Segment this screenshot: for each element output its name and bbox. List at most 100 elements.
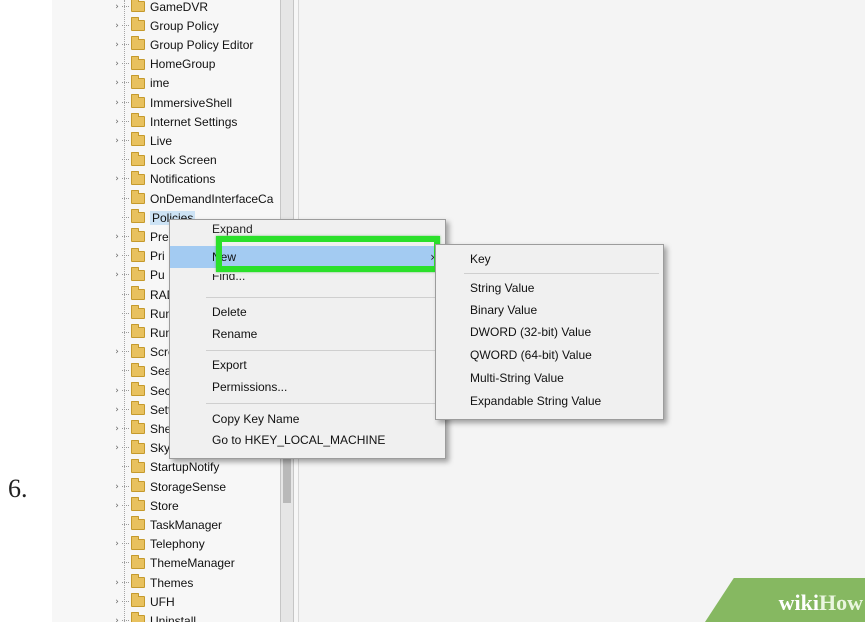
tree-item[interactable]: › Themes bbox=[112, 573, 298, 592]
tree-connector bbox=[122, 178, 129, 180]
tree-item[interactable]: › Internet Settings bbox=[112, 112, 298, 131]
expand-chevron-icon[interactable]: › bbox=[112, 597, 122, 607]
menu-item-goto-hklm[interactable]: Go to HKEY_LOCAL_MACHINE bbox=[170, 429, 445, 451]
folder-icon bbox=[131, 0, 145, 12]
folder-icon bbox=[131, 535, 145, 550]
tree-item-label: Themes bbox=[150, 575, 194, 590]
tree-item[interactable]: › Uninstall bbox=[112, 611, 298, 622]
folder-icon bbox=[131, 324, 145, 339]
folder-icon bbox=[131, 113, 145, 128]
folder-icon bbox=[131, 17, 145, 32]
submenu-item-key[interactable]: Key bbox=[436, 248, 663, 270]
expand-chevron-icon[interactable]: › bbox=[112, 443, 122, 453]
tree-item-label: Internet Settings bbox=[150, 114, 238, 129]
tree-item[interactable]: › ime bbox=[112, 74, 298, 93]
expand-chevron-icon[interactable]: › bbox=[112, 482, 122, 492]
expand-chevron-icon[interactable]: › bbox=[112, 270, 122, 280]
tree-item[interactable]: OnDemandInterfaceCa bbox=[112, 189, 298, 208]
folder-icon bbox=[131, 439, 145, 454]
expand-chevron-icon[interactable]: › bbox=[112, 117, 122, 127]
tree-item[interactable]: › StorageSense bbox=[112, 477, 298, 496]
folder-icon bbox=[131, 478, 145, 492]
expand-chevron-icon[interactable]: › bbox=[112, 2, 122, 12]
tree-connector bbox=[122, 370, 129, 372]
tree-item[interactable]: › Telephony bbox=[112, 535, 298, 554]
tree-connector bbox=[122, 120, 129, 123]
folder-icon bbox=[131, 228, 145, 243]
tree-connector bbox=[122, 485, 129, 488]
expand-chevron-icon[interactable]: › bbox=[112, 174, 122, 184]
expand-chevron-icon[interactable]: › bbox=[112, 78, 122, 88]
tree-item[interactable]: › Group Policy Editor bbox=[112, 35, 298, 54]
tree-item[interactable]: › ImmersiveShell bbox=[112, 93, 298, 112]
tree-item-label: Store bbox=[150, 498, 179, 513]
submenu-item-multi-string-value[interactable]: Multi-String Value bbox=[436, 367, 663, 389]
expand-chevron-icon[interactable]: › bbox=[112, 347, 122, 357]
tree-connector bbox=[122, 331, 129, 334]
scrollbar-thumb[interactable] bbox=[283, 455, 291, 503]
tree-item[interactable]: ThemeManager bbox=[112, 554, 298, 573]
expand-chevron-icon[interactable]: › bbox=[112, 59, 122, 69]
expand-chevron-icon[interactable]: › bbox=[112, 251, 122, 261]
expand-chevron-icon[interactable]: › bbox=[112, 386, 122, 396]
expand-chevron-icon[interactable]: › bbox=[112, 232, 122, 242]
submenu-item-string-value[interactable]: String Value bbox=[436, 277, 663, 299]
folder-icon bbox=[131, 497, 145, 512]
submenu-item-dword-value[interactable]: DWORD (32-bit) Value bbox=[436, 321, 663, 343]
tree-connector bbox=[122, 600, 129, 603]
tree-item[interactable]: StartupNotify bbox=[112, 458, 298, 477]
tree-item[interactable]: Lock Screen bbox=[112, 151, 298, 170]
folder-icon bbox=[131, 170, 145, 185]
expand-chevron-icon[interactable]: › bbox=[112, 40, 122, 50]
submenu-item-qword-value[interactable]: QWORD (64-bit) Value bbox=[436, 344, 663, 366]
tree-item[interactable]: › Notifications bbox=[112, 170, 298, 189]
expand-chevron-icon[interactable]: › bbox=[112, 578, 122, 588]
tree-connector bbox=[122, 447, 129, 449]
tree-connector bbox=[122, 197, 129, 200]
expand-chevron-icon[interactable]: › bbox=[112, 98, 122, 108]
menu-item-find[interactable]: Find... bbox=[170, 274, 445, 286]
tree-item[interactable]: › UFH bbox=[112, 592, 298, 611]
submenu-item-binary-value[interactable]: Binary Value bbox=[436, 299, 663, 321]
tree-connector bbox=[122, 274, 129, 276]
tree-item[interactable]: › HomeGroup bbox=[112, 55, 298, 74]
menu-item-expand[interactable]: Expand bbox=[170, 222, 445, 236]
expand-chevron-icon[interactable]: › bbox=[112, 424, 122, 434]
menu-item-copy-key-name[interactable]: Copy Key Name bbox=[170, 408, 445, 430]
wikihow-watermark: wikiHow bbox=[778, 590, 863, 615]
expand-chevron-icon[interactable]: › bbox=[112, 136, 122, 146]
tree-item-label: UFH bbox=[150, 594, 175, 609]
menu-item-delete[interactable]: Delete bbox=[170, 301, 445, 323]
tree-connector bbox=[122, 351, 129, 353]
expand-chevron-icon[interactable]: › bbox=[112, 21, 122, 31]
menu-item-export[interactable]: Export bbox=[170, 354, 445, 376]
tree-item-label: ime bbox=[150, 76, 170, 91]
tree-connector bbox=[122, 466, 129, 468]
tree-item[interactable]: TaskManager bbox=[112, 515, 298, 534]
folder-icon bbox=[131, 55, 145, 70]
tree-connector bbox=[122, 216, 129, 219]
submenu-item-expandable-string-value[interactable]: Expandable String Value bbox=[436, 390, 663, 412]
menu-item-permissions[interactable]: Permissions... bbox=[170, 376, 445, 398]
menu-item-new[interactable]: New › bbox=[170, 246, 445, 268]
tree-connector bbox=[122, 543, 129, 545]
menu-item-rename[interactable]: Rename bbox=[170, 323, 445, 345]
tree-item[interactable]: › Group Policy bbox=[112, 16, 298, 35]
expand-chevron-icon[interactable]: › bbox=[112, 539, 122, 549]
tree-item-label: Pu bbox=[150, 268, 165, 283]
tree-item[interactable]: › Store bbox=[112, 496, 298, 515]
tree-item[interactable]: › Live bbox=[112, 131, 298, 150]
folder-icon bbox=[131, 554, 145, 569]
expand-chevron-icon[interactable]: › bbox=[112, 405, 122, 415]
folder-icon bbox=[131, 382, 145, 396]
tree-connector bbox=[122, 235, 129, 238]
folder-icon bbox=[131, 305, 145, 320]
expand-chevron-icon[interactable]: › bbox=[112, 501, 122, 511]
tree-item-label: HomeGroup bbox=[150, 57, 216, 72]
folder-icon bbox=[131, 516, 145, 531]
tree-item-label: Notifications bbox=[150, 172, 216, 187]
tree-connector bbox=[122, 562, 129, 564]
expand-chevron-icon[interactable]: › bbox=[112, 616, 122, 622]
tree-item[interactable]: › GameDVR bbox=[112, 0, 298, 16]
context-menu: Expand New › Find... Delete Rename Expor… bbox=[169, 219, 446, 459]
